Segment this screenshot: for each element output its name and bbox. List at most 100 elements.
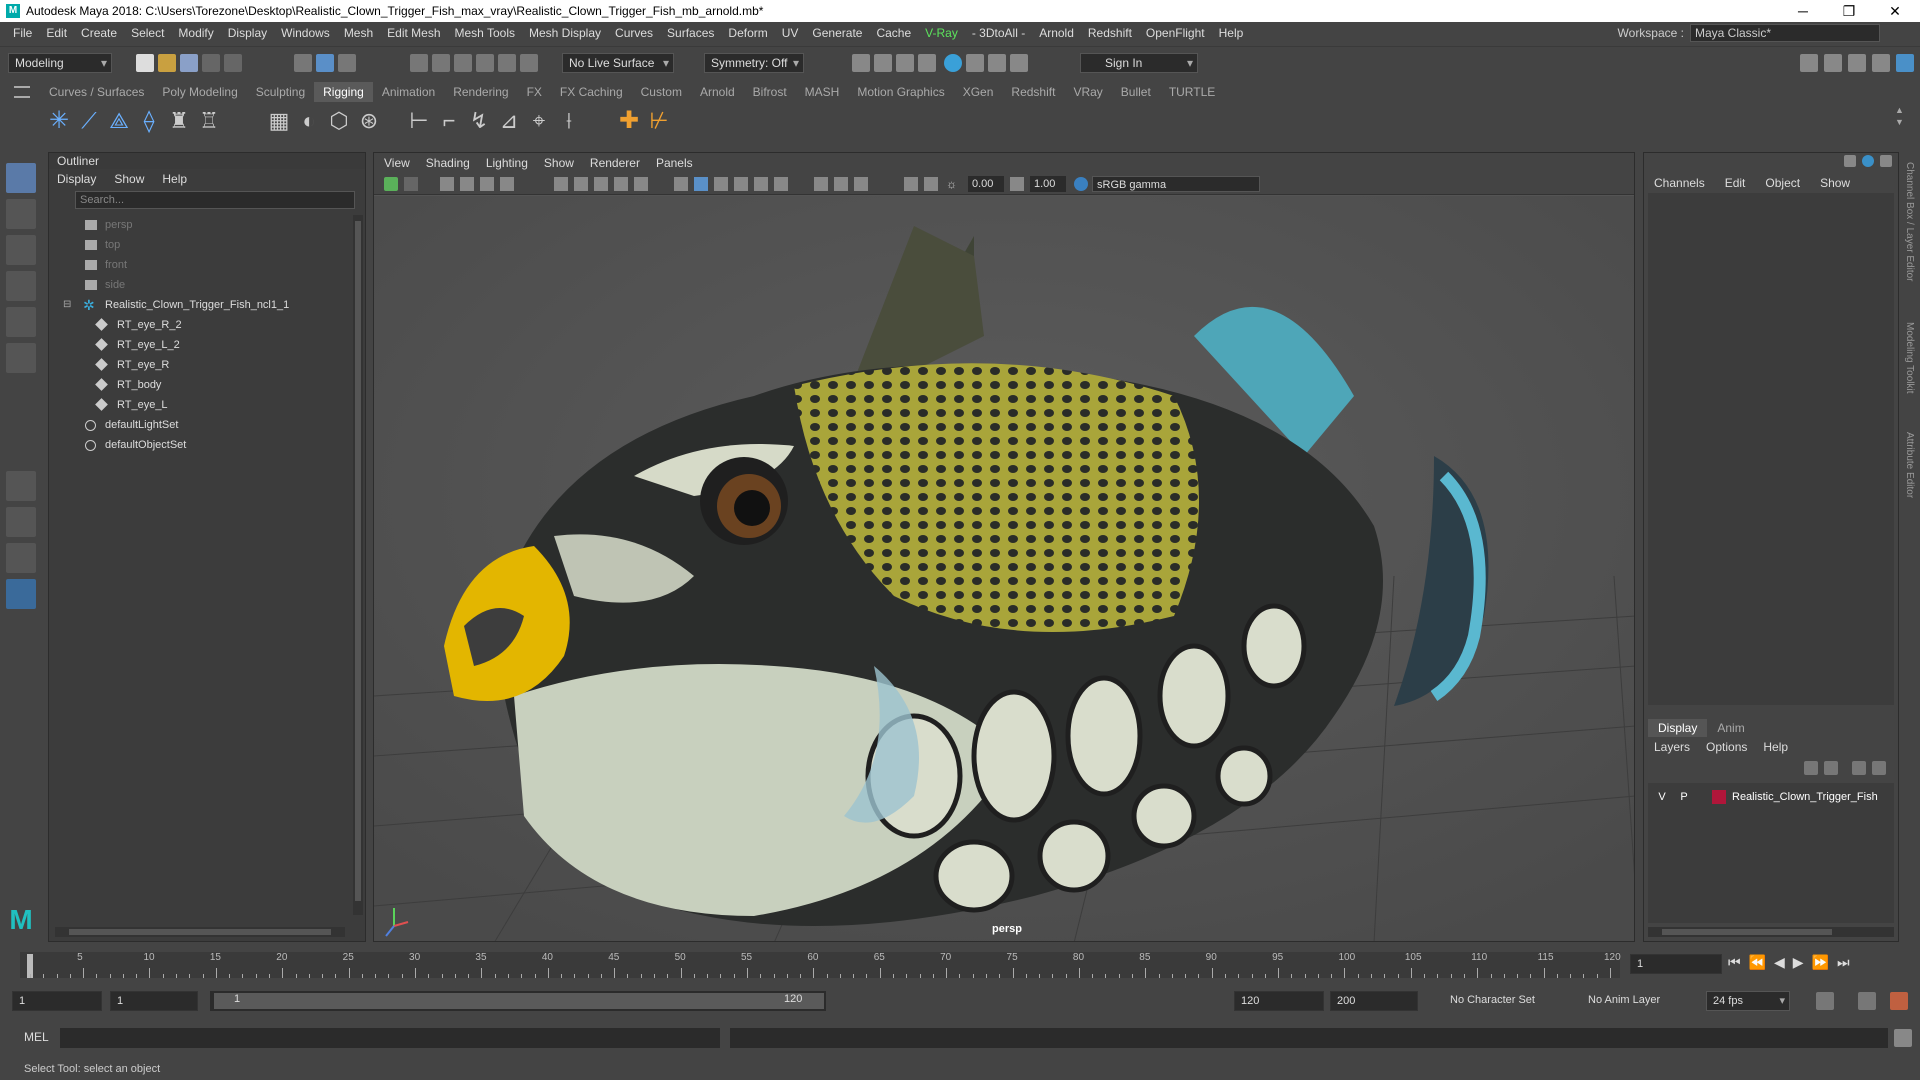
single-view-icon[interactable]: [6, 471, 36, 501]
menu-select[interactable]: Select: [124, 26, 171, 40]
shelf-scroll-icon[interactable]: ▲ ▼: [1895, 104, 1905, 140]
menu-edit-mesh[interactable]: Edit Mesh: [380, 26, 447, 40]
collapse-icon[interactable]: ⊟: [63, 295, 71, 315]
xray-icon[interactable]: [834, 177, 848, 191]
vp-menu-show[interactable]: Show: [544, 153, 574, 173]
tab-fx[interactable]: FX: [518, 82, 551, 102]
joint-tool-icon[interactable]: ✳: [46, 108, 72, 134]
cb-menu-object[interactable]: Object: [1765, 173, 1800, 193]
outliner-item[interactable]: ⊟ ✲ Realistic_Clown_Trigger_Fish_ncl1_1: [49, 295, 349, 315]
outliner-search-input[interactable]: Search...: [75, 191, 355, 209]
frame-all-icon[interactable]: [924, 177, 938, 191]
outliner-vscrollbar[interactable]: [353, 215, 363, 915]
ambient-occlusion-icon[interactable]: [774, 177, 788, 191]
symmetry-dropdown[interactable]: Symmetry: Off: [704, 53, 804, 73]
locator-icon[interactable]: ⊢: [406, 108, 432, 134]
tab-arnold[interactable]: Arnold: [691, 82, 744, 102]
tab-animation[interactable]: Animation: [373, 82, 444, 102]
menu-windows[interactable]: Windows: [274, 26, 337, 40]
select-component-icon[interactable]: [338, 54, 356, 72]
menu-surfaces[interactable]: Surfaces: [660, 26, 721, 40]
tab-attribute-editor[interactable]: Attribute Editor: [1904, 432, 1915, 498]
viewport-panel[interactable]: View Shading Lighting Show Renderer Pane…: [373, 152, 1635, 942]
snap-live-icon[interactable]: [520, 54, 538, 72]
scene-canvas[interactable]: [374, 196, 1635, 942]
tab-redshift[interactable]: Redshift: [1002, 82, 1064, 102]
rotate-tool-icon[interactable]: [6, 307, 36, 337]
move-layer-up-icon[interactable]: [1804, 761, 1818, 775]
menu-generate[interactable]: Generate: [805, 26, 869, 40]
move-layer-down-icon[interactable]: [1824, 761, 1838, 775]
layer-menu-options[interactable]: Options: [1706, 737, 1747, 757]
undo-icon[interactable]: [202, 54, 220, 72]
menu-mesh-display[interactable]: Mesh Display: [522, 26, 608, 40]
modeling-toolkit-icon[interactable]: [1800, 54, 1818, 72]
vp-menu-view[interactable]: View: [384, 153, 410, 173]
snap-grid-icon[interactable]: [410, 54, 428, 72]
menu-arnold[interactable]: Arnold: [1032, 26, 1081, 40]
render-frame-icon[interactable]: [852, 54, 870, 72]
shelf-menu-icon[interactable]: [14, 86, 30, 98]
menu-create[interactable]: Create: [74, 26, 124, 40]
resolution-gate-icon[interactable]: [594, 177, 608, 191]
hypershade-icon[interactable]: [944, 54, 962, 72]
playback-start-field[interactable]: 1: [110, 991, 198, 1011]
xray-joints-icon[interactable]: [854, 177, 868, 191]
character-set-dropdown[interactable]: No Character Set: [1450, 994, 1535, 1006]
scale-tool-icon[interactable]: [6, 343, 36, 373]
vp-menu-shading[interactable]: Shading: [426, 153, 470, 173]
lattice-icon[interactable]: ⬡: [326, 108, 352, 134]
shadows-icon[interactable]: [754, 177, 768, 191]
snap-point-icon[interactable]: [454, 54, 472, 72]
bookmark-icon[interactable]: [440, 177, 454, 191]
layer-row[interactable]: V P Realistic_Clown_Trigger_Fish: [1648, 787, 1894, 807]
workspace-dropdown[interactable]: Maya Classic*: [1690, 24, 1880, 42]
menu-redshift[interactable]: Redshift: [1081, 26, 1139, 40]
help-icon[interactable]: [1862, 155, 1874, 167]
lights-icon[interactable]: [734, 177, 748, 191]
move-tool-icon[interactable]: [6, 271, 36, 301]
gamma-field[interactable]: 1.00: [1030, 176, 1066, 192]
outliner-item[interactable]: side: [49, 275, 349, 295]
four-view-icon[interactable]: [6, 507, 36, 537]
outliner-item[interactable]: persp: [49, 215, 349, 235]
tab-custom[interactable]: Custom: [632, 82, 691, 102]
menu-vray[interactable]: V-Ray: [918, 26, 965, 40]
command-input[interactable]: [60, 1028, 720, 1048]
tab-bifrost[interactable]: Bifrost: [744, 82, 796, 102]
range-slider-track[interactable]: 1 120: [210, 991, 826, 1011]
outliner-item[interactable]: top: [49, 235, 349, 255]
outliner-item[interactable]: RT_eye_R_2: [49, 315, 349, 335]
playback-end-field[interactable]: 120: [1234, 991, 1324, 1011]
scale-constraint-icon[interactable]: ⌖: [526, 108, 552, 134]
smooth-shade-icon[interactable]: [694, 177, 708, 191]
menu-deform[interactable]: Deform: [721, 26, 774, 40]
aim-constraint-icon[interactable]: ↯: [466, 108, 492, 134]
float-panel-icon[interactable]: [1880, 155, 1892, 167]
menu-cache[interactable]: Cache: [869, 26, 918, 40]
outliner-item[interactable]: defaultObjectSet: [49, 435, 349, 455]
tab-curves-surfaces[interactable]: Curves / Surfaces: [40, 82, 153, 102]
lasso-tool-icon[interactable]: [6, 199, 36, 229]
cb-menu-channels[interactable]: Channels: [1654, 173, 1705, 193]
field-chart-icon[interactable]: [634, 177, 648, 191]
menu-uv[interactable]: UV: [775, 26, 806, 40]
outliner-menu-show[interactable]: Show: [114, 169, 144, 189]
menu-mesh-tools[interactable]: Mesh Tools: [448, 26, 522, 40]
outliner-item[interactable]: RT_body: [49, 375, 349, 395]
textured-icon[interactable]: [714, 177, 728, 191]
film-gate-icon[interactable]: [574, 177, 588, 191]
render-settings-icon[interactable]: [918, 54, 936, 72]
image-plane-icon[interactable]: [460, 177, 474, 191]
vp-menu-panels[interactable]: Panels: [656, 153, 693, 173]
anim-layer-dropdown[interactable]: No Anim Layer: [1588, 994, 1660, 1006]
outliner-item[interactable]: RT_eye_L_2: [49, 335, 349, 355]
persp-outliner-icon[interactable]: [6, 543, 36, 573]
tab-rigging[interactable]: Rigging: [314, 82, 373, 102]
render-view-icon[interactable]: [874, 54, 892, 72]
tab-mash[interactable]: MASH: [796, 82, 849, 102]
anim-prefs-icon[interactable]: [1890, 992, 1908, 1010]
new-layer-selected-icon[interactable]: [1872, 761, 1886, 775]
tab-turtle[interactable]: TURTLE: [1160, 82, 1224, 102]
quick-rig-icon[interactable]: ♜: [166, 108, 192, 134]
